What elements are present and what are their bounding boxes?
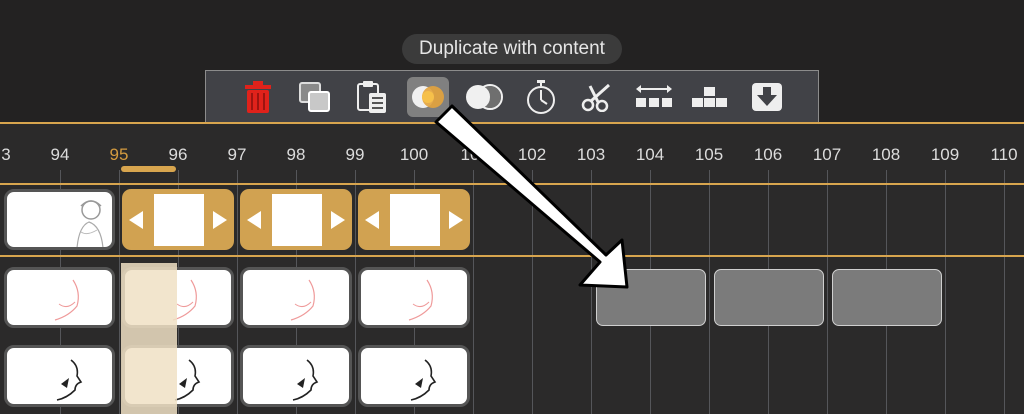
timeline-editor: Duplicate with content 3 94 95 96 97 98 … (0, 0, 1024, 414)
annotation-arrow-icon (434, 104, 629, 289)
